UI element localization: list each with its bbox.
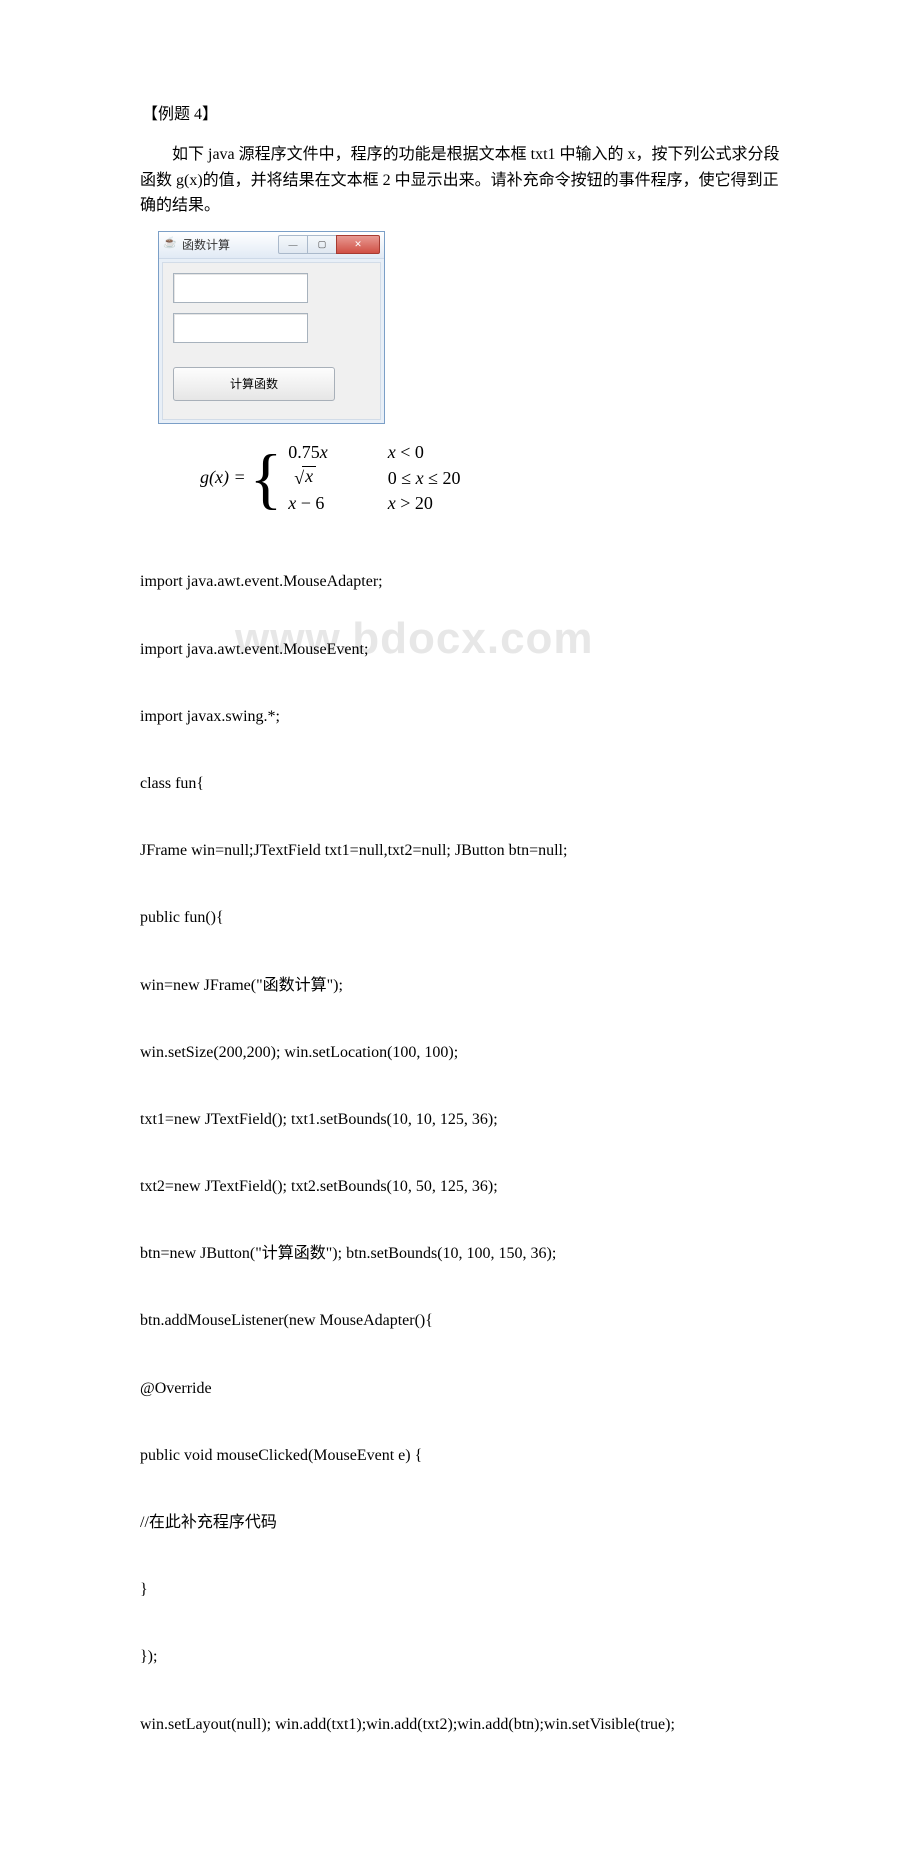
code-l3: import javax.swing.*; [140, 700, 780, 734]
txt2-input[interactable] [173, 313, 308, 343]
formula-left: g(x) = [200, 467, 250, 488]
swing-window-screenshot: 函数计算 — ▢ ✕ 计算函数 [158, 231, 780, 424]
close-button[interactable]: ✕ [336, 235, 380, 254]
code-l10: txt2=new JTextField(); txt2.setBounds(10… [140, 1170, 780, 1204]
calculate-button[interactable]: 计算函数 [173, 367, 335, 401]
code-l9: txt1=new JTextField(); txt1.setBounds(10… [140, 1103, 780, 1137]
java-icon [163, 238, 177, 252]
left-brace: { [250, 444, 289, 512]
txt1-input[interactable] [173, 273, 308, 303]
case1-var: x [320, 442, 328, 462]
piecewise-formula: g(x) = { 0.75x √ x x − 6 x < 0 0 ≤ x [200, 440, 780, 516]
window-titlebar: 函数计算 — ▢ ✕ [159, 232, 384, 259]
formula-expressions: 0.75x √ x x − 6 [288, 440, 388, 516]
code-l14: public void mouseClicked(MouseEvent e) { [140, 1439, 780, 1473]
code-l15: //在此补充程序代码 [140, 1506, 780, 1540]
minimize-button[interactable]: — [278, 235, 308, 254]
window-frame: 函数计算 — ▢ ✕ 计算函数 [158, 231, 385, 424]
code-l8: win.setSize(200,200); win.setLocation(10… [140, 1036, 780, 1070]
formula-conditions: x < 0 0 ≤ x ≤ 20 x > 20 [388, 440, 461, 516]
maximize-button[interactable]: ▢ [307, 235, 337, 254]
cond1: x < 0 [388, 440, 461, 464]
code-l6: public fun(){ [140, 901, 780, 935]
case3-minus: − 6 [296, 493, 324, 513]
window-inner-panel: 计算函数 [162, 262, 381, 420]
code-l7: win=new JFrame("函数计算"); [140, 969, 780, 1003]
problem-paragraph: 如下 java 源程序文件中，程序的功能是根据文本框 txt1 中输入的 x，按… [140, 142, 780, 219]
window-title-text: 函数计算 [182, 236, 279, 253]
code-l5: JFrame win=null;JTextField txt1=null,txt… [140, 834, 780, 868]
code-l17: }); [140, 1640, 780, 1674]
code-l2: import java.awt.event.MouseEvent; [140, 633, 780, 667]
example-title: 【例题 4】 [142, 100, 780, 124]
sqrt-expression: √ x [294, 466, 316, 490]
source-code: import java.awt.event.MouseAdapter; impo… [140, 532, 780, 1809]
case1-coeff: 0.75 [288, 442, 320, 462]
sqrt-arg: x [302, 466, 316, 485]
window-button-group: — ▢ ✕ [279, 235, 380, 254]
code-l4: class fun{ [140, 767, 780, 801]
code-l18: win.setLayout(null); win.add(txt1);win.a… [140, 1708, 780, 1742]
code-l12: btn.addMouseListener(new MouseAdapter(){ [140, 1304, 780, 1338]
code-l13: @Override [140, 1372, 780, 1406]
code-l11: btn=new JButton("计算函数"); btn.setBounds(1… [140, 1237, 780, 1271]
code-l1: import java.awt.event.MouseAdapter; [140, 565, 780, 599]
cond2: 0 ≤ x ≤ 20 [388, 466, 461, 490]
code-l16: } [140, 1573, 780, 1607]
cond3: x > 20 [388, 491, 461, 515]
